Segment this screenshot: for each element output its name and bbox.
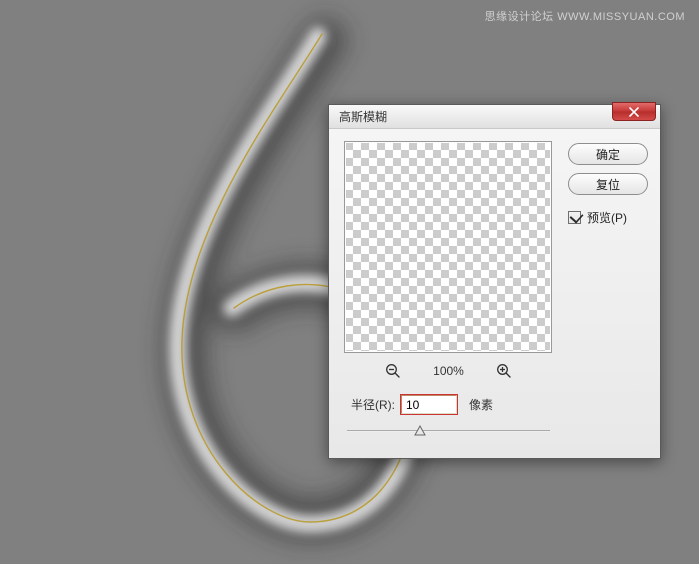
preview-checkbox-row[interactable]: 预览(P) <box>568 209 648 226</box>
radius-input[interactable] <box>401 395 457 414</box>
slider-track <box>347 430 550 432</box>
zoom-out-icon <box>385 363 401 379</box>
zoom-in-icon <box>496 363 512 379</box>
dialog-titlebar[interactable]: 高斯模糊 <box>329 105 660 129</box>
zoom-out-button[interactable] <box>383 361 403 381</box>
preview-checkbox[interactable] <box>568 211 581 224</box>
unit-label: 像素 <box>469 396 493 413</box>
watermark-text: 思缘设计论坛 WWW.MISSYUAN.COM <box>485 8 685 24</box>
close-icon <box>629 107 639 117</box>
zoom-percent-label: 100% <box>433 364 464 378</box>
close-button[interactable] <box>612 102 656 121</box>
preview-canvas[interactable] <box>344 141 552 353</box>
dialog-title: 高斯模糊 <box>339 108 387 125</box>
zoom-in-button[interactable] <box>494 361 514 381</box>
preview-checkbox-label: 预览(P) <box>587 209 627 226</box>
gaussian-blur-dialog: 高斯模糊 100% <box>328 104 661 459</box>
reset-button[interactable]: 复位 <box>568 173 648 195</box>
radius-slider[interactable] <box>347 424 550 440</box>
ok-button[interactable]: 确定 <box>568 143 648 165</box>
radius-label: 半径(R): <box>351 396 395 413</box>
slider-thumb[interactable] <box>414 425 426 437</box>
